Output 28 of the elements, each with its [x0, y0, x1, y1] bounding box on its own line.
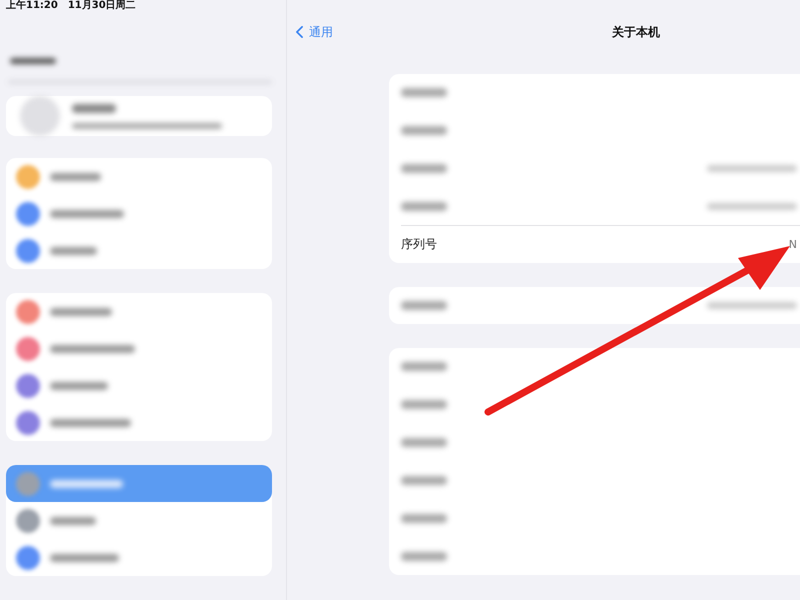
- blurred-text: [401, 164, 447, 173]
- field-value: N: [788, 238, 797, 251]
- blurred-title: [10, 58, 56, 64]
- blurred-text: [72, 104, 116, 112]
- field-label: 序列号: [401, 236, 437, 253]
- back-link[interactable]: 通用: [296, 24, 333, 40]
- avatar-placeholder: [20, 96, 60, 136]
- blurred-text: [50, 246, 97, 254]
- blurred-text: [50, 172, 101, 180]
- blurred-text: [50, 554, 119, 562]
- blurred-text: [401, 202, 447, 211]
- blurred-text: [401, 301, 447, 310]
- page-title: 关于本机: [612, 24, 660, 40]
- status-date: 11月30日周二: [68, 0, 136, 12]
- blurred-text: [401, 438, 447, 447]
- blurred-text: [401, 552, 447, 561]
- blurred-text: [401, 362, 447, 371]
- blurred-text: [50, 382, 108, 390]
- back-chevron-icon: [296, 26, 303, 38]
- blurred-text: [50, 308, 112, 316]
- blurred-text: [50, 516, 96, 524]
- profile-card[interactable]: [6, 96, 272, 136]
- sidebar-item[interactable]: [6, 465, 272, 502]
- blurred-text: [401, 126, 447, 135]
- blurred-text: [401, 514, 447, 523]
- blurred-text: [401, 88, 447, 97]
- blurred-text: [401, 400, 447, 409]
- blurred-text: [401, 476, 447, 485]
